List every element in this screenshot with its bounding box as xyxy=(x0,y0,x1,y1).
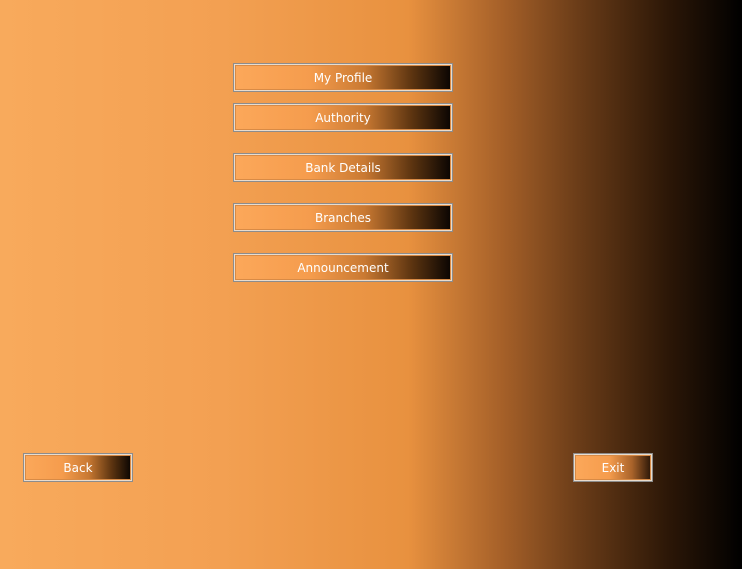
my-profile-button-label: My Profile xyxy=(313,70,373,85)
authority-button-label: Authority xyxy=(315,110,371,125)
my-profile-button[interactable]: My Profile xyxy=(233,63,453,92)
main-window: My Profile Authority Bank Details Branch… xyxy=(0,0,742,569)
branches-button-label: Branches xyxy=(315,210,371,225)
announcement-button-label: Announcement xyxy=(297,260,389,275)
back-button[interactable]: Back xyxy=(23,453,133,482)
exit-button[interactable]: Exit xyxy=(573,453,653,482)
back-button-label: Back xyxy=(63,460,93,475)
bank-details-button[interactable]: Bank Details xyxy=(233,153,453,182)
bank-details-button-label: Bank Details xyxy=(305,160,381,175)
exit-button-label: Exit xyxy=(601,460,625,475)
authority-button[interactable]: Authority xyxy=(233,103,453,132)
announcement-button[interactable]: Announcement xyxy=(233,253,453,282)
branches-button[interactable]: Branches xyxy=(233,203,453,232)
